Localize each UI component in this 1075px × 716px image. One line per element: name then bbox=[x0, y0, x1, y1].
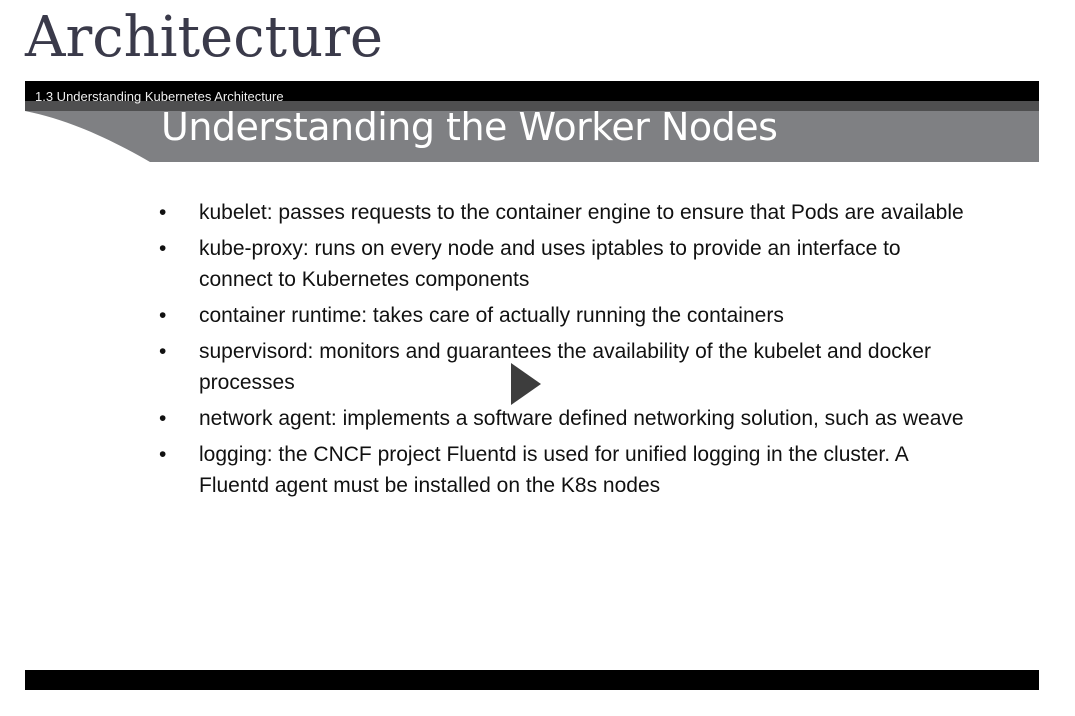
bullet-text: kubelet: passes requests to the containe… bbox=[199, 201, 964, 224]
bullet-text: supervisord: monitors and guarantees the… bbox=[199, 340, 931, 394]
bullet-icon: • bbox=[159, 237, 167, 260]
slide-header-curve bbox=[25, 101, 150, 162]
slide-title: Understanding the Worker Nodes bbox=[161, 105, 778, 149]
bullet-icon: • bbox=[159, 443, 167, 466]
list-item: • kubelet: passes requests to the contain… bbox=[159, 197, 979, 228]
bullet-text: network agent: implements a software def… bbox=[199, 407, 964, 430]
bullet-text: kube-proxy: runs on every node and uses … bbox=[199, 237, 901, 291]
bullet-icon: • bbox=[159, 304, 167, 327]
video-controls-bar[interactable] bbox=[25, 670, 1039, 690]
bullet-icon: • bbox=[159, 340, 167, 363]
list-item: • network agent: implements a software de… bbox=[159, 403, 979, 434]
bullet-icon: • bbox=[159, 407, 167, 430]
bullet-text: logging: the CNCF project Fluentd is use… bbox=[199, 443, 908, 497]
video-title-label: 1.3 Understanding Kubernetes Architectur… bbox=[35, 89, 284, 104]
bullet-text: container runtime: takes care of actuall… bbox=[199, 304, 784, 327]
play-icon[interactable] bbox=[511, 363, 541, 405]
bullet-icon: • bbox=[159, 201, 167, 224]
page-title: Architecture bbox=[25, 5, 384, 70]
list-item: • supervisord: monitors and guarantees th… bbox=[159, 336, 979, 398]
slide-bullet-list: • kubelet: passes requests to the contain… bbox=[159, 197, 979, 506]
list-item: • container runtime: takes care of actual… bbox=[159, 300, 979, 331]
list-item: • logging: the CNCF project Fluentd is us… bbox=[159, 439, 979, 501]
video-player[interactable]: 1.3 Understanding Kubernetes Architectur… bbox=[25, 81, 1039, 690]
list-item: • kube-proxy: runs on every node and uses… bbox=[159, 233, 979, 295]
